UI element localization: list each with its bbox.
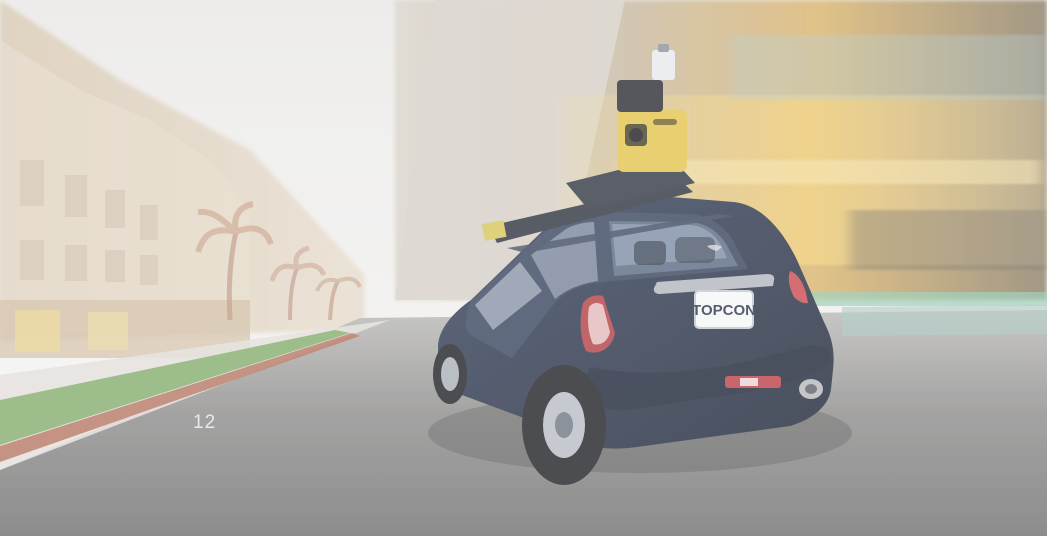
photo-slide: TOPCON 12	[0, 0, 1047, 536]
page-number: 12	[193, 412, 217, 433]
street-photo: TOPCON	[0, 0, 1047, 536]
